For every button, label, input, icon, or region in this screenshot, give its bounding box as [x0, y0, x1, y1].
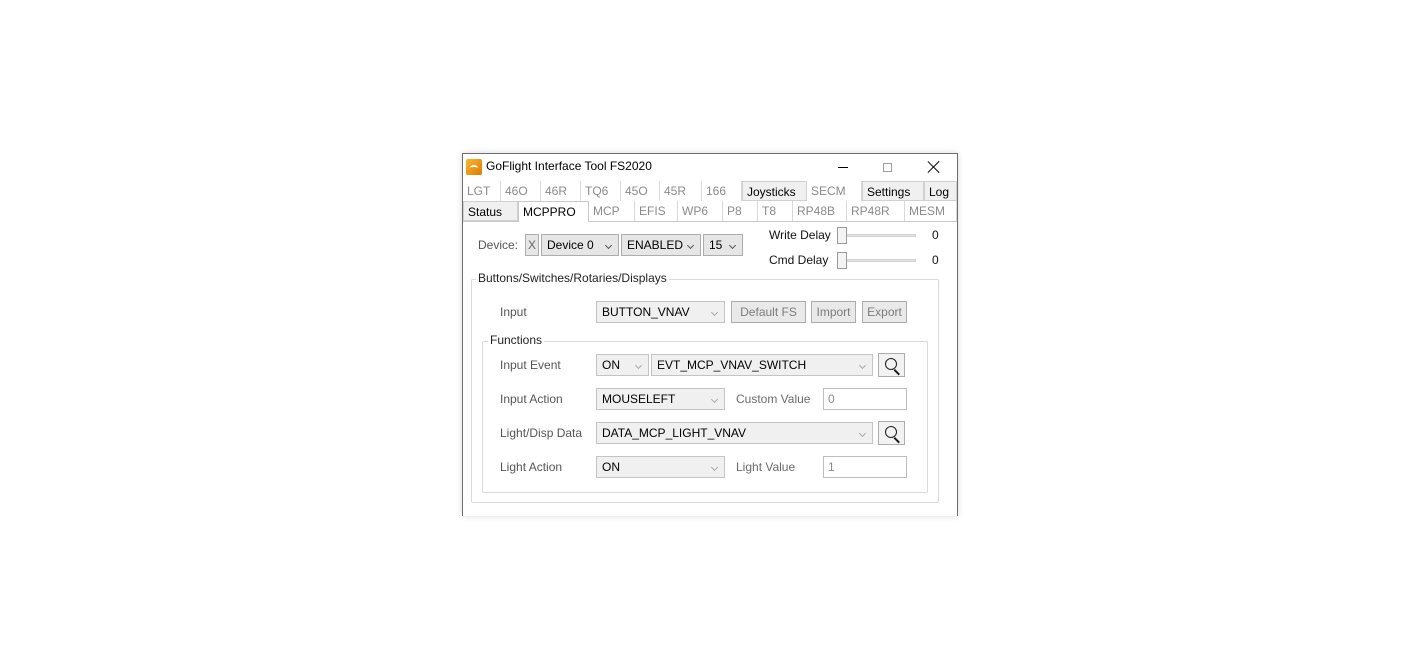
minimize-button[interactable]: [820, 154, 865, 180]
device-state-select[interactable]: ENABLED: [621, 234, 701, 256]
tab-row-1: LGT 46O 46R TQ6 45O 45R 166 Joysticks SE…: [463, 181, 957, 201]
light-data-select[interactable]: DATA_MCP_LIGHT_VNAV: [596, 422, 873, 444]
tab-efis[interactable]: EFIS: [635, 201, 678, 221]
tab-lgt[interactable]: LGT: [463, 181, 501, 201]
tab-p8[interactable]: P8: [723, 201, 758, 221]
tab-log[interactable]: Log: [924, 181, 957, 201]
tab-45r[interactable]: 45R: [660, 181, 702, 201]
device-select-value: Device 0: [547, 238, 594, 252]
chevron-down-icon: [686, 241, 695, 250]
input-select[interactable]: BUTTON_VNAV: [596, 301, 725, 323]
tab-mcp[interactable]: MCP: [589, 201, 635, 221]
tab-row-2: Status MCPPRO MCP EFIS WP6 P8 T8 RP48B R…: [463, 201, 957, 222]
goflight-app-icon: [466, 159, 482, 175]
cmd-delay-track[interactable]: [838, 259, 916, 262]
window-title: GoFlight Interface Tool FS2020: [486, 159, 652, 173]
tab-joysticks[interactable]: Joysticks: [742, 181, 807, 201]
tab-rp48r[interactable]: RP48R: [847, 201, 905, 221]
tab-settings[interactable]: Settings: [862, 181, 924, 201]
cmd-delay-slider[interactable]: [837, 252, 847, 269]
light-value-label: Light Value: [736, 460, 796, 474]
functions-group-title: Functions: [488, 333, 545, 347]
close-icon: [928, 161, 940, 173]
tab-secm[interactable]: SECM: [807, 181, 862, 201]
light-data-value: DATA_MCP_LIGHT_VNAV: [602, 426, 747, 440]
light-value-field[interactable]: 1: [823, 456, 907, 478]
tab-45o[interactable]: 45O: [621, 181, 660, 201]
maximize-icon: [883, 162, 892, 172]
chevron-down-icon: [604, 241, 613, 250]
light-data-label: Light/Disp Data: [500, 426, 583, 440]
input-event-value: EVT_MCP_VNAV_SWITCH: [657, 358, 807, 372]
input-event-search-button[interactable]: [878, 353, 905, 377]
light-data-search-button[interactable]: [878, 421, 905, 445]
write-delay-value: 0: [932, 228, 939, 242]
tab-wp6[interactable]: WP6: [678, 201, 723, 221]
tab-tq6[interactable]: TQ6: [581, 181, 621, 201]
write-delay-slider[interactable]: [837, 227, 847, 244]
chevron-down-icon: [710, 395, 719, 404]
write-delay-label: Write Delay: [769, 228, 831, 242]
device-number-value: 15: [709, 238, 723, 252]
custom-value-field[interactable]: 0: [823, 388, 907, 410]
input-label: Input: [500, 305, 527, 319]
tab-mesm[interactable]: MESM: [905, 201, 957, 221]
export-button[interactable]: Export: [862, 301, 907, 323]
chevron-down-icon: [858, 361, 867, 370]
input-event-select[interactable]: EVT_MCP_VNAV_SWITCH: [651, 354, 873, 376]
search-icon: [885, 358, 897, 370]
input-event-label: Input Event: [500, 358, 561, 372]
mcppro-panel: Device: X Device 0 ENABLED 15 Write Dela…: [463, 222, 957, 516]
input-event-state-select[interactable]: ON: [596, 354, 649, 376]
light-action-label: Light Action: [500, 460, 563, 474]
import-button[interactable]: Import: [811, 301, 856, 323]
chevron-down-icon: [710, 308, 719, 317]
light-action-select[interactable]: ON: [596, 456, 725, 478]
device-x-button[interactable]: X: [525, 234, 539, 256]
title-bar[interactable]: GoFlight Interface Tool FS2020: [463, 154, 957, 180]
main-window: GoFlight Interface Tool FS2020 LGT 46O 4…: [462, 153, 958, 516]
input-event-state-value: ON: [602, 358, 620, 372]
write-delay-track[interactable]: [838, 234, 916, 237]
tab-t8[interactable]: T8: [758, 201, 793, 221]
device-label: Device:: [478, 238, 519, 252]
search-icon: [885, 426, 897, 438]
input-select-value: BUTTON_VNAV: [602, 305, 690, 319]
chevron-down-icon: [710, 463, 719, 472]
tab-46r[interactable]: 46R: [541, 181, 581, 201]
close-button[interactable]: [911, 154, 956, 180]
custom-value-label: Custom Value: [736, 392, 811, 406]
default-fs-button[interactable]: Default FS: [731, 301, 806, 323]
tab-166[interactable]: 166: [702, 181, 742, 201]
device-number-select[interactable]: 15: [703, 234, 743, 256]
maximize-button[interactable]: [865, 154, 910, 180]
input-action-select[interactable]: MOUSELEFT: [596, 388, 725, 410]
device-select[interactable]: Device 0: [541, 234, 619, 256]
minimize-icon: [837, 166, 848, 168]
chevron-down-icon: [634, 361, 643, 370]
device-state-value: ENABLED: [627, 238, 684, 252]
input-action-label: Input Action: [500, 392, 563, 406]
chevron-down-icon: [728, 241, 737, 250]
chevron-down-icon: [858, 429, 867, 438]
cmd-delay-value: 0: [932, 253, 939, 267]
buttons-group-title: Buttons/Switches/Rotaries/Displays: [476, 271, 669, 285]
tab-status[interactable]: Status: [463, 201, 518, 221]
tab-mcppro[interactable]: MCPPRO: [518, 201, 589, 222]
cmd-delay-label: Cmd Delay: [769, 253, 829, 267]
input-action-value: MOUSELEFT: [602, 392, 676, 406]
light-action-value: ON: [602, 460, 620, 474]
tab-rp48b[interactable]: RP48B: [793, 201, 847, 221]
tab-46o[interactable]: 46O: [501, 181, 541, 201]
